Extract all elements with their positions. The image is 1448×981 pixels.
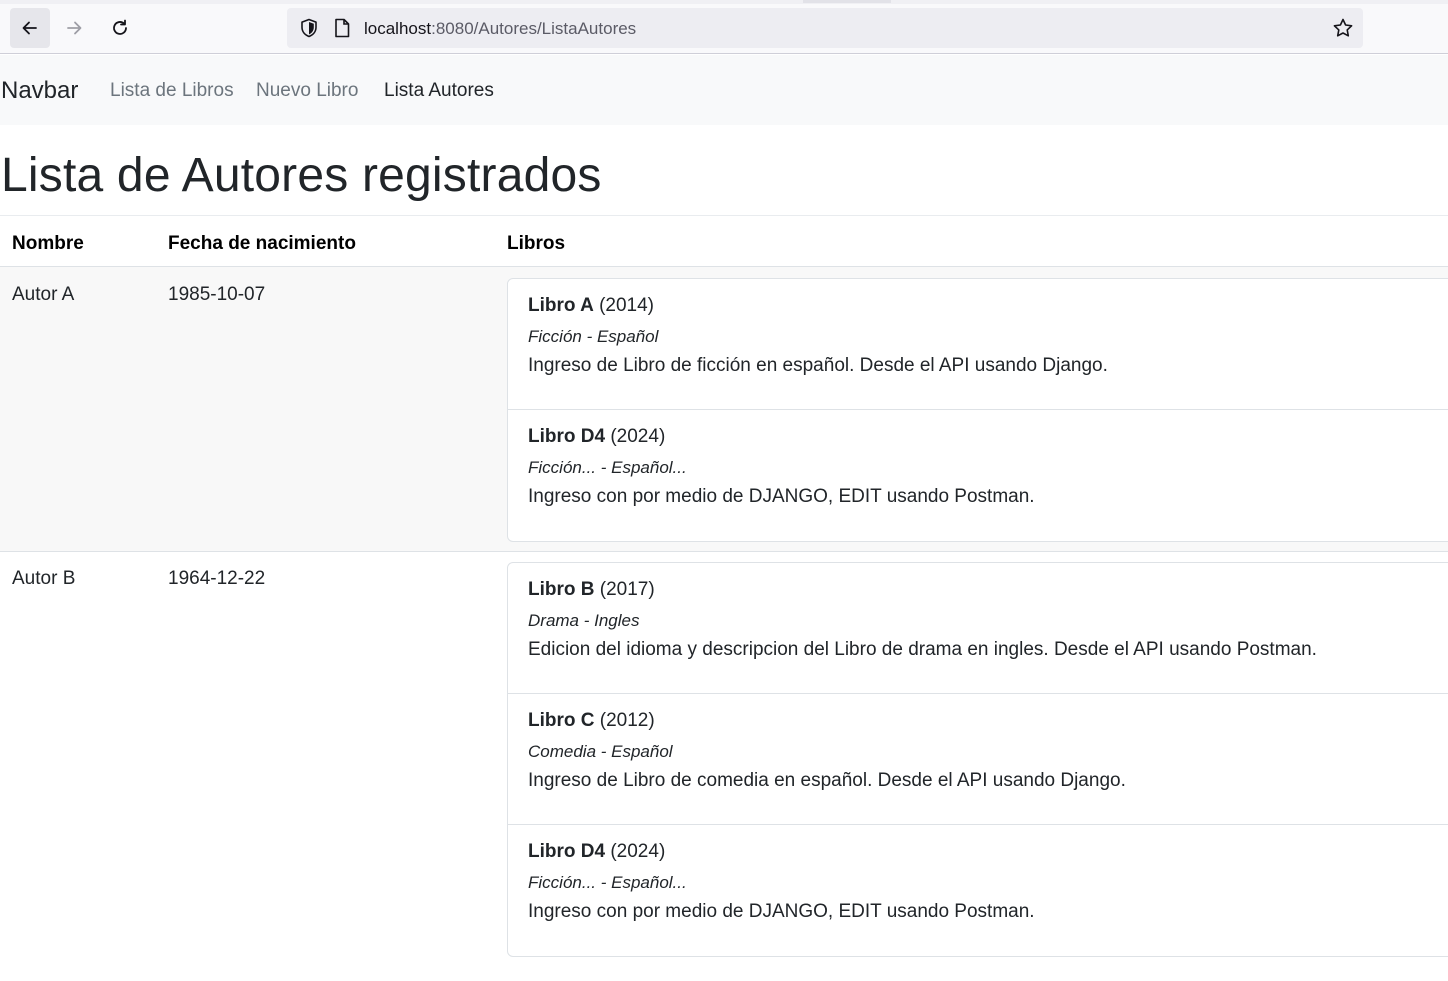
reload-icon <box>113 19 127 35</box>
book-description: Ingreso de Libro de ficción en español. … <box>528 355 1108 376</box>
table-header: Nombre Fecha de nacimiento Libros <box>0 215 1448 267</box>
book-year: (2024) <box>610 841 666 862</box>
book-title: Libro A <box>528 295 594 316</box>
book-item: Libro A (2014) Ficción - Español Ingreso… <box>508 279 1448 410</box>
header-nombre: Nombre <box>12 233 84 254</box>
book-heading: Libro C (2012) <box>528 710 655 732</box>
book-item: Libro D4 (2024) Ficción... - Español... … <box>508 410 1448 541</box>
book-description: Edicion del idioma y descripcion del Lib… <box>528 639 1317 660</box>
nav-link-lista-autores[interactable]: Lista Autores <box>384 80 494 102</box>
nav-link-lista-libros[interactable]: Lista de Libros <box>110 80 234 102</box>
book-description: Ingreso de Libro de comedia en español. … <box>528 770 1126 791</box>
address-bar[interactable]: localhost:8080/Autores/ListaAutores <box>287 8 1363 48</box>
book-heading: Libro B (2017) <box>528 579 655 601</box>
header-fecha: Fecha de nacimiento <box>168 233 356 254</box>
browser-toolbar: localhost:8080/Autores/ListaAutores <box>0 0 1448 54</box>
nav-link-nuevo-libro[interactable]: Nuevo Libro <box>256 80 358 102</box>
book-genre-language: Comedia - Español <box>528 742 673 761</box>
author-name: Autor B <box>12 568 76 589</box>
arrow-right-icon <box>67 21 82 35</box>
book-description: Ingreso con por medio de DJANGO, EDIT us… <box>528 486 1035 507</box>
book-heading: Libro A (2014) <box>528 295 654 317</box>
arrow-left-icon <box>22 21 37 35</box>
book-genre-language: Drama - Ingles <box>528 611 640 630</box>
book-item: Libro B (2017) Drama - Ingles Edicion de… <box>508 563 1448 694</box>
book-item: Libro C (2012) Comedia - Español Ingreso… <box>508 694 1448 825</box>
app-navbar: Navbar Lista de Libros Nuevo Libro Lista… <box>0 55 1448 125</box>
book-year: (2017) <box>599 579 655 600</box>
book-title: Libro D4 <box>528 841 606 862</box>
author-birthdate: 1964-12-22 <box>168 568 266 589</box>
book-genre-language: Ficción... - Español... <box>528 873 687 892</box>
header-libros: Libros <box>507 233 566 254</box>
page-info-icon[interactable] <box>332 17 352 39</box>
book-title: Libro B <box>528 579 595 600</box>
page-title: Lista de Autores registrados <box>1 149 602 202</box>
tab-indicator <box>803 0 891 3</box>
book-list: Libro A (2014) Ficción - Español Ingreso… <box>507 278 1448 542</box>
navbar-brand[interactable]: Navbar <box>1 77 78 105</box>
reload-button[interactable] <box>100 8 140 48</box>
book-heading: Libro D4 (2024) <box>528 426 665 448</box>
author-name: Autor A <box>12 284 75 305</box>
url-host: localhost <box>364 19 432 38</box>
back-button[interactable] <box>10 8 50 48</box>
tab-strip <box>0 0 1448 4</box>
url-path: :8080/Autores/ListaAutores <box>431 19 637 38</box>
book-year: (2012) <box>599 710 655 731</box>
book-genre-language: Ficción... - Español... <box>528 458 687 477</box>
bookmark-star-icon[interactable] <box>1332 17 1354 39</box>
book-heading: Libro D4 (2024) <box>528 841 665 863</box>
book-title: Libro C <box>528 710 595 731</box>
book-year: (2024) <box>610 426 666 447</box>
forward-button[interactable] <box>54 8 94 48</box>
book-genre-language: Ficción - Español <box>528 327 659 346</box>
table-row: Autor B 1964-12-22 Libro B (2017) Drama … <box>0 551 1448 981</box>
shield-icon[interactable] <box>298 17 320 39</box>
book-description: Ingreso con por medio de DJANGO, EDIT us… <box>528 901 1035 922</box>
table-row: Autor A 1985-10-07 Libro A (2014) Ficció… <box>0 267 1448 552</box>
book-item: Libro D4 (2024) Ficción... - Español... … <box>508 825 1448 956</box>
author-birthdate: 1985-10-07 <box>168 284 266 305</box>
book-list: Libro B (2017) Drama - Ingles Edicion de… <box>507 562 1448 957</box>
url-text[interactable]: localhost:8080/Autores/ListaAutores <box>364 19 636 39</box>
book-title: Libro D4 <box>528 426 606 447</box>
book-year: (2014) <box>599 295 654 316</box>
